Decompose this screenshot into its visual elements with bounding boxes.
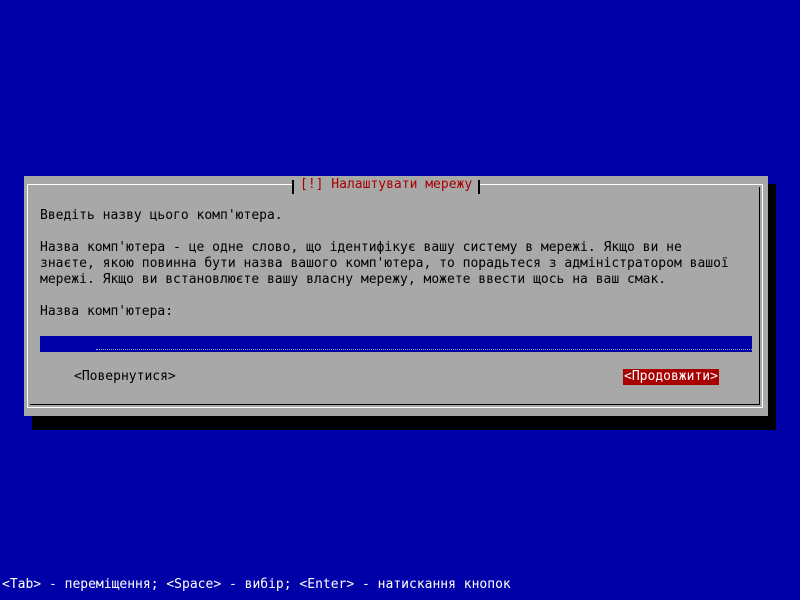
keyboard-help: <Tab> - переміщення; <Space> - вибір; <E… [2,577,511,592]
dialog-title: [!] Налаштувати мережу [292,177,481,194]
network-config-dialog: [!] Налаштувати мережу Введіть назву цьо… [24,176,768,416]
description-line-3: мережі. Якщо ви встановлюєте вашу власну… [40,272,667,287]
hostname-label: Назва комп'ютера: [40,304,174,319]
input-underscore-fill [96,349,752,350]
description-line-2: знаєте, якою повинна бути назва вашого к… [40,256,729,271]
description-line-1: Назва комп'ютера - це одне слово, що іде… [40,240,682,255]
back-button[interactable]: <Повернутися> [73,369,177,385]
prompt-text: Введіть назву цього комп'ютера. [40,208,283,223]
hostname-input[interactable]: debian [40,336,752,352]
continue-button[interactable]: <Продовжити> [623,369,719,385]
